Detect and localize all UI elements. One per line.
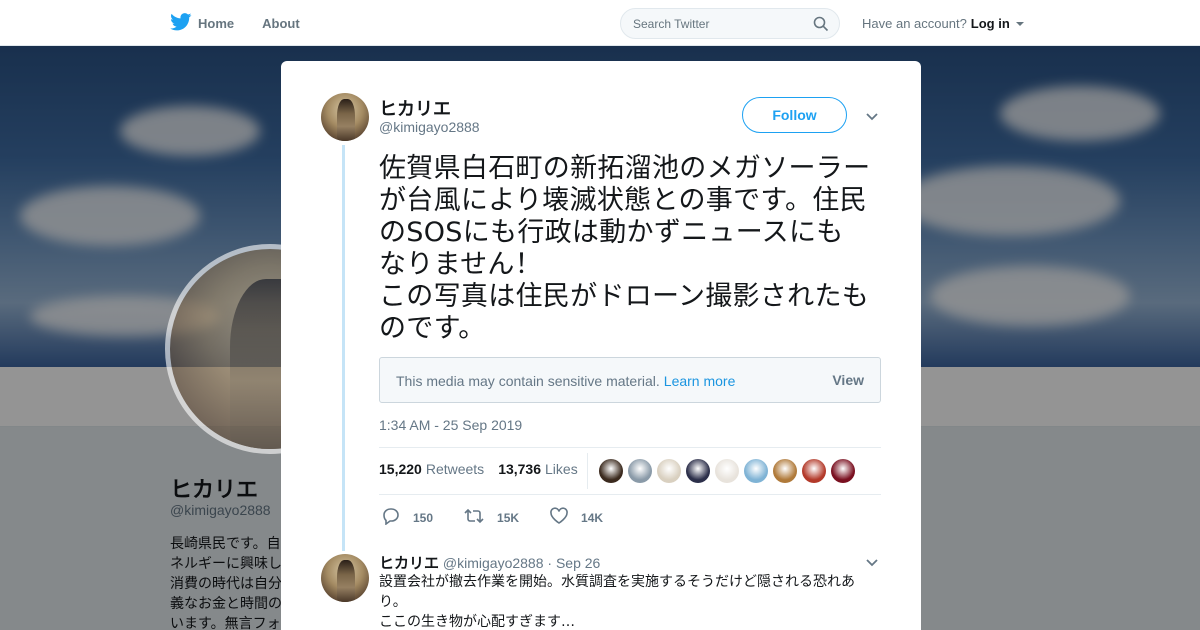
reply-date[interactable]: · Sep 26 bbox=[547, 555, 600, 571]
nav-about-link[interactable]: About bbox=[262, 16, 300, 31]
login-link[interactable]: Log in bbox=[971, 16, 1010, 31]
view-media-button[interactable]: View bbox=[832, 372, 864, 388]
nav-home-link[interactable]: Home bbox=[170, 12, 235, 34]
chevron-down-icon[interactable] bbox=[865, 109, 879, 127]
divider bbox=[379, 447, 881, 448]
likes-label: Likes bbox=[545, 461, 578, 477]
thread-line bbox=[342, 145, 345, 551]
liker-avatar[interactable] bbox=[686, 459, 710, 483]
likes-count: 13,736 bbox=[498, 461, 542, 477]
retweet-button[interactable]: 15K bbox=[463, 507, 519, 528]
top-navigation: Home About Have an account? Log in bbox=[0, 0, 1200, 46]
account-prompt: Have an account? bbox=[862, 16, 967, 31]
liker-avatar[interactable] bbox=[628, 459, 652, 483]
avatar[interactable] bbox=[321, 554, 369, 602]
reply-author-name[interactable]: ヒカリエ bbox=[379, 555, 439, 572]
sensitive-message: This media may contain sensitive materia… bbox=[396, 373, 735, 389]
divider bbox=[379, 494, 881, 495]
likers-avatars bbox=[599, 459, 855, 483]
tweet-modal: ヒカリエ @kimigayo2888 Follow 佐賀県白石町の新拓溜池のメガ… bbox=[281, 61, 921, 630]
like-count: 14K bbox=[581, 510, 604, 525]
learn-more-link[interactable]: Learn more bbox=[664, 373, 736, 389]
liker-avatar[interactable] bbox=[773, 459, 797, 483]
reply-author-handle[interactable]: @kimigayo2888 bbox=[443, 555, 544, 571]
liker-avatar[interactable] bbox=[599, 459, 623, 483]
liker-avatar[interactable] bbox=[744, 459, 768, 483]
liker-avatar[interactable] bbox=[802, 459, 826, 483]
liker-avatar[interactable] bbox=[715, 459, 739, 483]
account-area: Have an account? Log in bbox=[862, 16, 1024, 31]
tweet-stats: 15,220 Retweets 13,736 Likes bbox=[379, 461, 578, 477]
retweets-label: Retweets bbox=[425, 461, 485, 477]
tweet-actions: 150 15K 14K bbox=[381, 507, 633, 528]
twitter-bird-icon bbox=[170, 12, 192, 34]
heart-icon bbox=[549, 507, 569, 528]
reply-button[interactable]: 150 bbox=[381, 507, 433, 528]
sensitive-media-notice: This media may contain sensitive materia… bbox=[379, 357, 881, 403]
liker-avatar[interactable] bbox=[657, 459, 681, 483]
tweet-text: 佐賀県白石町の新拓溜池のメガソーラー が台風により壊滅状態との事です。住民 のS… bbox=[379, 153, 871, 344]
reply-text: 設置会社が撤去作業を開始。水質調査を実施するそうだけど隠される恐れあ り。 ここ… bbox=[379, 574, 855, 630]
like-button[interactable]: 14K bbox=[549, 507, 603, 528]
home-label: Home bbox=[198, 15, 235, 31]
retweets-count: 15,220 bbox=[379, 461, 422, 477]
sensitive-text: This media may contain sensitive materia… bbox=[396, 373, 660, 389]
search-icon[interactable] bbox=[813, 16, 829, 37]
close-icon[interactable] bbox=[1153, 12, 1179, 38]
likes-stat[interactable]: 13,736 Likes bbox=[498, 461, 578, 477]
tweet-timestamp[interactable]: 1:34 AM - 25 Sep 2019 bbox=[379, 417, 522, 433]
caret-down-icon[interactable] bbox=[1015, 21, 1024, 26]
retweet-count: 15K bbox=[497, 510, 520, 525]
search-input[interactable] bbox=[621, 9, 801, 38]
reply-icon bbox=[381, 507, 401, 528]
tweet-author-name[interactable]: ヒカリエ bbox=[379, 95, 451, 121]
divider bbox=[587, 453, 588, 489]
avatar[interactable] bbox=[321, 93, 369, 141]
search-box[interactable] bbox=[620, 8, 840, 39]
reply-count: 150 bbox=[413, 510, 434, 525]
follow-button[interactable]: Follow bbox=[742, 97, 847, 133]
liker-avatar[interactable] bbox=[831, 459, 855, 483]
nav-left: Home About bbox=[170, 0, 300, 46]
retweets-stat[interactable]: 15,220 Retweets bbox=[379, 461, 484, 477]
retweet-icon bbox=[463, 507, 485, 528]
chevron-down-icon[interactable] bbox=[865, 555, 879, 573]
tweet-author-handle[interactable]: @kimigayo2888 bbox=[379, 119, 480, 135]
reply-header: ヒカリエ @kimigayo2888 · Sep 26 bbox=[379, 552, 600, 573]
